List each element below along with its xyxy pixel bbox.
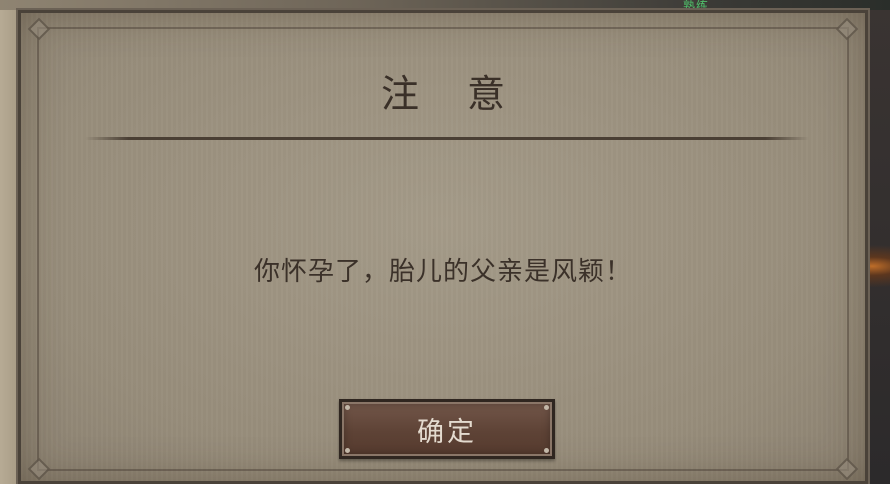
dialog-title: 注 意 xyxy=(380,72,524,116)
confirm-button-label: 确定 xyxy=(417,416,477,448)
rivet-icon xyxy=(544,448,549,453)
corner-ornament-icon xyxy=(835,457,859,481)
rivet-icon xyxy=(345,448,350,453)
corner-ornament-icon xyxy=(27,457,51,481)
corner-ornament-icon xyxy=(835,17,859,41)
dialog-message: 你怀孕了，胎儿的父亲是风颖！ xyxy=(253,257,632,287)
confirm-button[interactable]: 确定 xyxy=(339,399,555,459)
notice-dialog: 注 意 你怀孕了，胎儿的父亲是风颖！ 确定 xyxy=(18,10,868,484)
title-divider xyxy=(85,137,809,140)
rivet-icon xyxy=(544,405,549,410)
rivet-icon xyxy=(345,405,350,410)
background-map-strip xyxy=(0,0,18,484)
background-top-bar xyxy=(0,0,890,10)
corner-ornament-icon xyxy=(27,17,51,41)
